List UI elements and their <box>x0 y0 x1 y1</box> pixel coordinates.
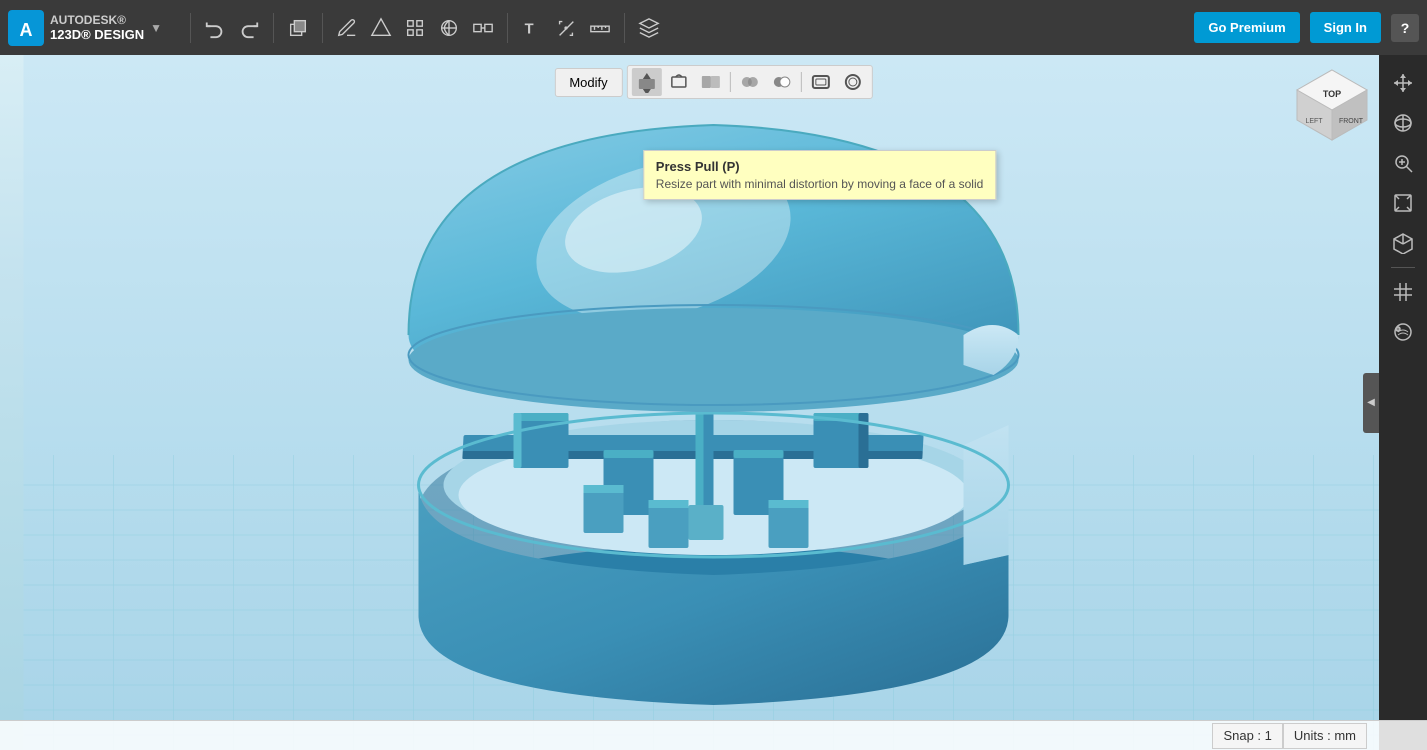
undo-button[interactable] <box>199 12 231 44</box>
premium-button[interactable]: Go Premium <box>1194 12 1299 43</box>
brand-label: AUTODESK® <box>50 13 144 27</box>
divider-1 <box>190 13 191 43</box>
right-panel <box>1379 55 1427 750</box>
undo-redo-group <box>199 12 265 44</box>
right-panel-divider <box>1391 267 1415 268</box>
modify-3d-button[interactable] <box>399 12 431 44</box>
view-cube-btn[interactable] <box>1385 225 1421 261</box>
svg-text:T: T <box>525 21 534 37</box>
combine-button[interactable] <box>735 68 765 96</box>
tooltip: Press Pull (P) Resize part with minimal … <box>643 150 996 200</box>
top-toolbar: A AUTODESK® 123D® DESIGN ▼ <box>0 0 1427 55</box>
help-button[interactable]: ? <box>1391 14 1419 42</box>
grid-btn[interactable] <box>1385 274 1421 310</box>
viewport[interactable]: Modify <box>0 55 1427 750</box>
ruler-button[interactable] <box>584 12 616 44</box>
snap-status[interactable]: Snap : 1 <box>1212 723 1282 749</box>
pan-button[interactable] <box>1385 65 1421 101</box>
split-face-button[interactable] <box>696 68 726 96</box>
autodesk-logo-icon: A <box>8 10 44 46</box>
subtract-button[interactable] <box>767 68 797 96</box>
svg-text:FRONT: FRONT <box>1339 118 1364 125</box>
divider-2 <box>273 13 274 43</box>
sketch-button[interactable] <box>331 12 363 44</box>
svg-text:TOP: TOP <box>1323 89 1341 99</box>
tools-group: T <box>516 12 616 44</box>
redo-button[interactable] <box>233 12 265 44</box>
shell-button[interactable] <box>806 68 836 96</box>
sidebar-toggle[interactable]: ◀ <box>1363 373 1379 433</box>
zoom-button[interactable] <box>1385 145 1421 181</box>
divider-5 <box>624 13 625 43</box>
sketch-group <box>331 12 499 44</box>
logo-text: AUTODESK® 123D® DESIGN <box>50 13 144 43</box>
view-cube[interactable]: TOP LEFT FRONT <box>1292 65 1372 145</box>
status-bar: Snap : 1 Units : mm <box>0 720 1427 750</box>
orbit-button[interactable] <box>1385 105 1421 141</box>
modify-label-button[interactable]: Modify <box>554 68 622 97</box>
measure-button[interactable] <box>550 12 582 44</box>
text-button[interactable]: T <box>516 12 548 44</box>
material-btn[interactable] <box>1385 314 1421 350</box>
construct-button[interactable] <box>365 12 397 44</box>
product-label: 123D® DESIGN <box>50 27 144 43</box>
hollow-button[interactable] <box>838 68 868 96</box>
svg-text:LEFT: LEFT <box>1305 118 1323 125</box>
svg-text:A: A <box>20 20 33 40</box>
divider-3 <box>322 13 323 43</box>
tooltip-title: Press Pull (P) <box>656 159 983 174</box>
twist-button[interactable] <box>664 68 694 96</box>
logo-dropdown-arrow[interactable]: ▼ <box>150 21 162 35</box>
modify-divider-1 <box>730 72 731 92</box>
layers-button[interactable] <box>633 12 665 44</box>
press-pull-button[interactable] <box>632 68 662 96</box>
new-solid-button[interactable] <box>282 12 314 44</box>
modify-group-1 <box>627 65 873 99</box>
modify-divider-2 <box>801 72 802 92</box>
divider-4 <box>507 13 508 43</box>
pattern-button[interactable] <box>433 12 465 44</box>
modify-toolbar: Modify <box>554 65 872 99</box>
signin-button[interactable]: Sign In <box>1310 12 1381 43</box>
tooltip-desc: Resize part with minimal distortion by m… <box>656 177 983 191</box>
units-status[interactable]: Units : mm <box>1283 723 1367 749</box>
logo-area: A AUTODESK® 123D® DESIGN ▼ <box>8 10 172 46</box>
primitives-group <box>282 12 314 44</box>
fit-all-button[interactable] <box>1385 185 1421 221</box>
group-button[interactable] <box>467 12 499 44</box>
